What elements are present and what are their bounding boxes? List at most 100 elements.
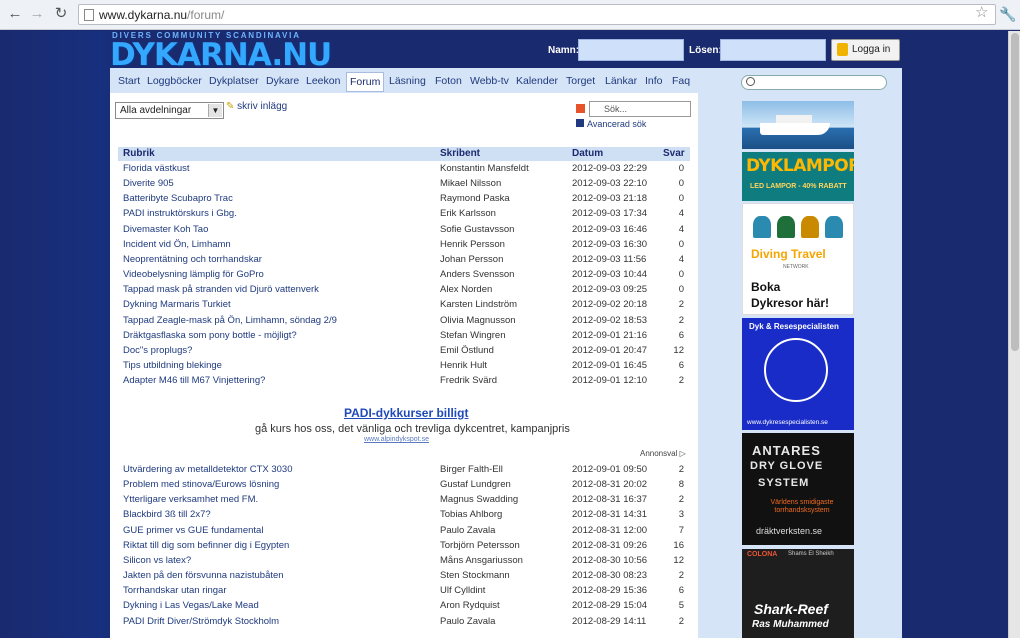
topic-link[interactable]: PADI Drift Diver/Strömdyk Stockholm (123, 616, 279, 627)
resespecialisten-url: www.dykresespecialisten.se (747, 419, 828, 426)
shark-reef-banner[interactable]: COLONA Shams El Sheikh Shark-Reef Ras Mu… (742, 549, 854, 638)
replies-cell: 0 (678, 193, 684, 205)
resespecialisten-banner[interactable]: Dyk & Resespecialisten www.dykresespecia… (742, 318, 854, 430)
topic-link[interactable]: Divemaster Koh Tao (123, 224, 208, 235)
scrollbar[interactable] (1008, 31, 1020, 638)
diver-icon (777, 216, 795, 238)
header-date[interactable]: Datum (572, 148, 603, 159)
advanced-search-link[interactable]: Avancerad sök (576, 119, 646, 129)
topic-link[interactable]: Dykning Marmaris Turkiet (123, 299, 231, 310)
nav-lankar[interactable]: Länkar (602, 72, 640, 90)
rss-icon[interactable] (576, 104, 585, 113)
replies-cell: 12 (673, 554, 684, 566)
nav-dykare[interactable]: Dykare (263, 72, 302, 90)
topic-link[interactable]: Dykning i Las Vegas/Lake Mead (123, 600, 259, 611)
topic-link[interactable]: Tappad mask på stranden vid Djurö vatten… (123, 284, 319, 295)
header-replies[interactable]: Svar (663, 148, 685, 159)
reload-icon[interactable]: ↻ (52, 5, 70, 23)
topic-link[interactable]: GUE primer vs GUE fundamental (123, 525, 263, 536)
password-input[interactable] (720, 39, 826, 61)
diving-travel-line1: Boka (751, 280, 781, 294)
site-logo[interactable]: DIVERS COMMUNITY SCANDINAVIA DYKARNA.NU (110, 30, 344, 73)
nav-start[interactable]: Start (115, 72, 143, 90)
header-author[interactable]: Skribent (440, 148, 480, 159)
nav-webb-tv[interactable]: Webb-tv (467, 72, 512, 90)
author-cell: Sofie Gustavsson (440, 223, 515, 235)
ad-choices-link[interactable]: Annonsval ▷ (640, 449, 686, 458)
ad-url-link[interactable]: www.alpindykspot.se (364, 436, 429, 443)
wrench-icon[interactable]: 🔧 (999, 6, 1016, 23)
diving-travel-title: Diving Travel (751, 247, 826, 261)
topic-link[interactable]: Jakten på den försvunna nazistubåten (123, 570, 284, 581)
author-cell: Olivia Magnusson (440, 314, 516, 326)
topic-link[interactable]: Dräktgasflaska som pony bottle - möjligt… (123, 330, 297, 341)
topic-link[interactable]: Diverite 905 (123, 178, 174, 189)
table-row: PADI Drift Diver/Strömdyk Stockholm Paulo… (118, 615, 690, 630)
topic-link[interactable]: Tips utbildning blekinge (123, 360, 222, 371)
topic-link[interactable]: Neoprentätning och torrhandskar (123, 254, 262, 265)
table-row: Neoprentätning och torrhandskar Johan Per… (118, 253, 690, 268)
nav-loggbocker[interactable]: Loggböcker (144, 72, 205, 90)
topic-link[interactable]: Silicon vs latex? (123, 555, 191, 566)
date-cell: 2012-09-01 20:47 (572, 344, 648, 356)
topic-link[interactable]: Batteribyte Scubapro Trac (123, 193, 233, 204)
forum-search-input[interactable]: Sök... (589, 101, 691, 117)
table-row: Adapter M46 till M67 Vinjettering? Fredri… (118, 374, 690, 389)
topic-link[interactable]: Torrhandskar utan ringar (123, 585, 227, 596)
topic-link[interactable]: Incident vid Ön, Limhamn (123, 239, 231, 250)
nav-foton[interactable]: Foton (432, 72, 465, 90)
diver-icon (753, 216, 771, 238)
author-cell: Johan Persson (440, 253, 504, 265)
author-cell: Sten Stockmann (440, 570, 510, 582)
address-bar[interactable]: www.dykarna.nu/forum/ (78, 4, 996, 25)
nav-lasning[interactable]: Läsning (386, 72, 429, 90)
replies-cell: 2 (678, 375, 684, 387)
date-cell: 2012-09-03 09:25 (572, 284, 648, 296)
nav-torget[interactable]: Torget (563, 72, 598, 90)
forum-search-placeholder: Sök... (604, 104, 628, 114)
replies-cell: 12 (673, 344, 684, 356)
topic-link[interactable]: Adapter M46 till M67 Vinjettering? (123, 375, 265, 386)
topic-link[interactable]: Problem med stinova/Eurows lösning (123, 479, 279, 490)
ad-title-link[interactable]: PADI-dykkurser billigt (344, 406, 468, 420)
antares-banner[interactable]: ANTARES DRY GLOVE SYSTEM Världens smidig… (742, 433, 854, 545)
diving-travel-banner[interactable]: Diving Travel NETWORK Boka Dykresor här! (742, 203, 854, 315)
topic-link[interactable]: Tappad Zeagle-mask på Ön, Limhamn, sönda… (123, 315, 337, 326)
nav-faq[interactable]: Faq (669, 72, 693, 90)
nav-kalender[interactable]: Kalender (513, 72, 561, 90)
date-cell: 2012-08-30 10:56 (572, 554, 648, 566)
topic-link[interactable]: Doc"s proplugs? (123, 345, 192, 356)
login-button[interactable]: Logga in (831, 39, 900, 61)
topic-link[interactable]: Blackbird 3ß till 2x7? (123, 509, 211, 520)
nav-forum[interactable]: Forum (346, 72, 385, 92)
topic-link[interactable]: PADI instruktörskurs i Gbg. (123, 208, 237, 219)
section-select[interactable]: Alla avdelningar ▼ (115, 102, 224, 119)
table-row: Jakten på den försvunna nazistubåten Sten… (118, 569, 690, 584)
topic-link[interactable]: Florida västkust (123, 163, 190, 174)
scrollbar-thumb[interactable] (1011, 33, 1019, 351)
antares-line4: Världens smidigaste torrhandsksystem (770, 499, 834, 514)
dyklampor-banner[interactable]: DYKLAMPOR LED LAMPOR - 40% RABATT (742, 152, 854, 201)
header-topic[interactable]: Rubrik (123, 148, 155, 159)
write-post-link[interactable]: ✎ skriv inlägg (226, 101, 287, 112)
author-cell: Tobias Ahlborg (440, 509, 503, 521)
nav-dykplatser[interactable]: Dykplatser (206, 72, 262, 90)
topic-link[interactable]: Videobelysning lämplig för GoPro (123, 269, 264, 280)
sidebar-search-input[interactable] (741, 75, 887, 90)
date-cell: 2012-09-03 22:29 (572, 163, 648, 174)
bookmark-star-icon[interactable]: ☆ (975, 3, 988, 21)
url-host: www.dykarna.nu (99, 8, 188, 22)
name-input[interactable] (578, 39, 684, 61)
topic-link[interactable]: Riktat till dig som befinner dig i Egypt… (123, 540, 289, 551)
back-icon[interactable]: ← (6, 5, 24, 23)
nav-info[interactable]: Info (642, 72, 666, 90)
nav-leekon[interactable]: Leekon (303, 72, 343, 90)
forward-icon[interactable]: → (28, 5, 46, 23)
boat-icon (760, 123, 830, 135)
topic-link[interactable]: Ytterligare verksamhet med FM. (123, 494, 258, 505)
replies-cell: 5 (678, 600, 684, 612)
boat-banner[interactable] (742, 101, 854, 149)
dyklampor-sub: LED LAMPOR - 40% RABATT (750, 183, 847, 190)
topic-link[interactable]: Utvärdering av metalldetektor CTX 3030 (123, 464, 293, 475)
date-cell: 2012-08-31 09:26 (572, 539, 648, 551)
